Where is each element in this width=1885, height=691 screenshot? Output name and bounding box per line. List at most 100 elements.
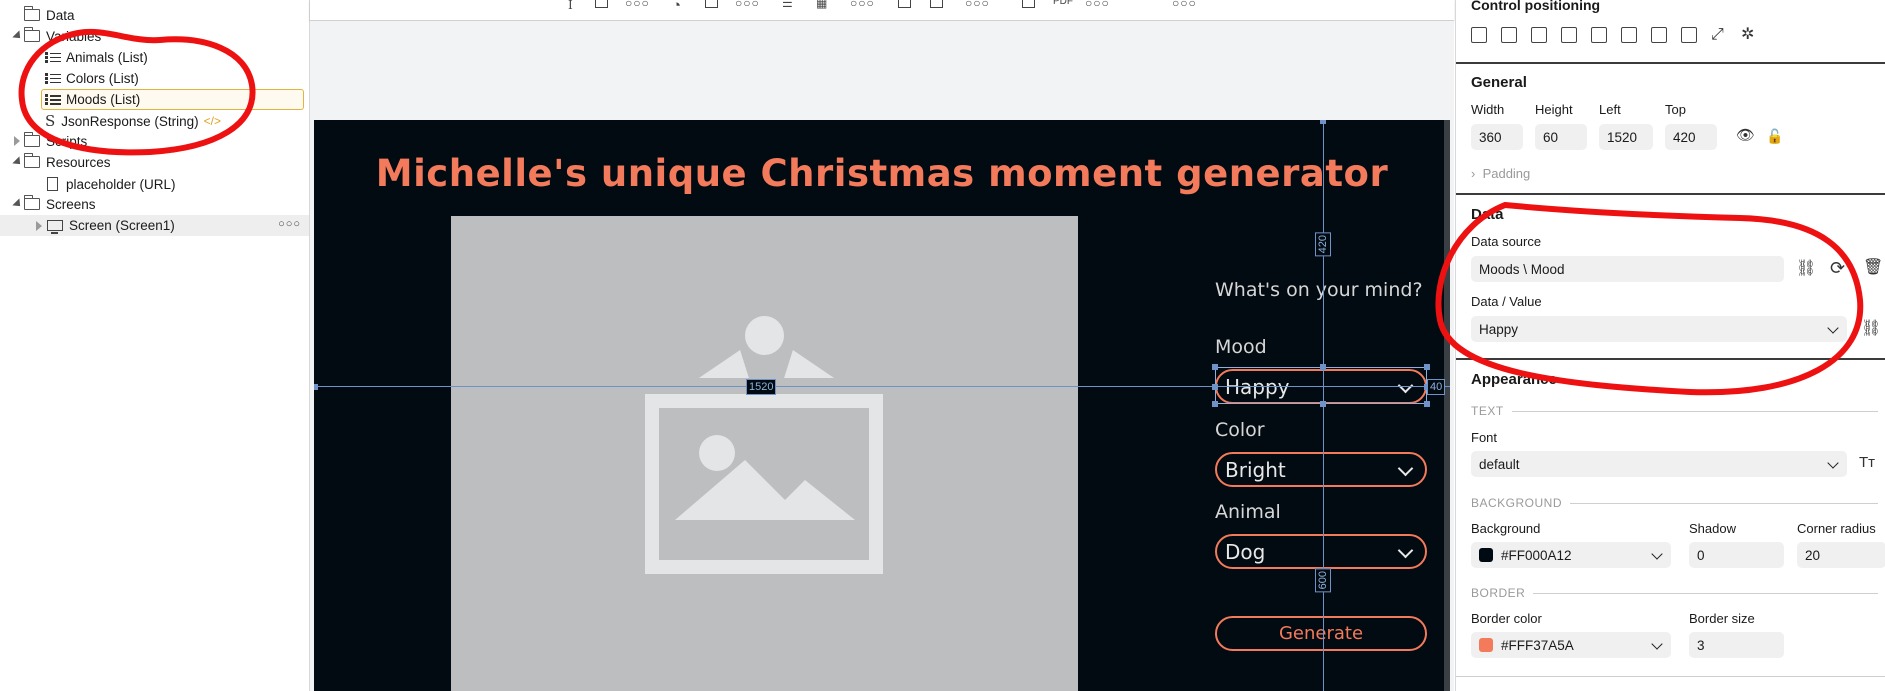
more-icon[interactable]: ○○○ — [625, 0, 650, 10]
card-icon[interactable] — [930, 0, 943, 8]
pdf-icon[interactable]: PDF — [1053, 0, 1073, 8]
tree-item-scripts[interactable]: Scripts — [23, 131, 87, 151]
more-icon[interactable]: ○○○ — [1172, 0, 1197, 10]
panel-icon[interactable] — [705, 0, 718, 8]
tree-item-resources[interactable]: Resources — [23, 152, 111, 172]
align-middle-right-icon[interactable] — [1621, 27, 1637, 43]
expand-caret-icon[interactable] — [36, 221, 42, 231]
color-swatch — [1479, 548, 1493, 562]
unlock-icon[interactable]: 🔓 — [1766, 128, 1783, 144]
image-icon[interactable] — [1022, 0, 1035, 8]
align-top-center-icon[interactable] — [1501, 27, 1517, 43]
eye-icon[interactable]: 👁 — [1736, 128, 1755, 144]
tree-item-colors[interactable]: Colors (List) — [45, 68, 139, 88]
resize-handle[interactable] — [1212, 401, 1218, 407]
more-icon[interactable]: ○○○ — [1085, 0, 1110, 10]
font-select[interactable]: default — [1471, 451, 1847, 477]
data-value-select[interactable]: Happy — [1471, 316, 1847, 342]
animal-dropdown[interactable]: Dog — [1215, 534, 1427, 569]
align-bottom-right-icon[interactable] — [1681, 27, 1697, 43]
selection-frame — [1215, 367, 1427, 404]
chart-pie-icon[interactable]: ◔ — [672, 0, 681, 14]
border-size-label: Border size — [1689, 611, 1755, 626]
tree-item-screen1[interactable]: Screen (Screen1) ○○○ — [0, 215, 309, 236]
more-icon[interactable]: ○○○ — [850, 0, 875, 10]
text-group-label: TEXT — [1471, 404, 1504, 418]
table-icon[interactable]: ▦ — [816, 0, 827, 10]
resize-handle[interactable] — [1320, 401, 1326, 407]
resize-handle[interactable] — [1424, 364, 1430, 370]
tree-item-data[interactable]: Data — [23, 5, 75, 25]
align-top-right-icon[interactable] — [1531, 27, 1547, 43]
rectangle-icon[interactable] — [595, 0, 608, 8]
expand-caret-icon[interactable] — [12, 30, 24, 42]
expand-caret-icon[interactable] — [12, 156, 24, 168]
text-size-icon[interactable]: Tт — [1859, 455, 1875, 471]
top-field[interactable]: 420 — [1665, 124, 1717, 150]
corner-radius-field[interactable]: 20 — [1797, 542, 1885, 568]
left-field[interactable]: 1520 — [1599, 124, 1653, 150]
align-middle-left-icon[interactable] — [1561, 27, 1577, 43]
media-icon[interactable] — [898, 0, 911, 8]
tree-item-screens[interactable]: Screens — [23, 194, 96, 214]
trash-icon[interactable]: 🗑 — [1863, 260, 1883, 276]
refresh-icon[interactable]: ⟳ — [1830, 259, 1845, 277]
resize-handle[interactable] — [1212, 384, 1218, 390]
border-color-label: Border color — [1471, 611, 1542, 626]
shadow-field[interactable]: 0 — [1689, 542, 1784, 568]
expand-caret-icon[interactable] — [12, 198, 24, 210]
border-size-field[interactable]: 3 — [1689, 632, 1784, 658]
padding-toggle[interactable]: › Padding — [1471, 166, 1530, 181]
text-cursor-icon[interactable]: I — [568, 0, 573, 12]
width-field[interactable]: 360 — [1471, 124, 1523, 150]
canvas-scrollbar[interactable] — [1444, 120, 1450, 691]
font-select-value: default — [1479, 456, 1520, 472]
corner-radius-label: Corner radius — [1797, 521, 1876, 536]
tree-item-variables[interactable]: Variables — [23, 26, 101, 46]
app-screen-preview[interactable]: Michelle's unique Christmas moment gener… — [314, 120, 1450, 691]
dimension-top-label: 420 — [1315, 232, 1331, 257]
align-top-left-icon[interactable] — [1471, 27, 1487, 43]
appearance-title: Appearance — [1471, 371, 1557, 388]
tree-item-animals[interactable]: Animals (List) — [45, 47, 148, 67]
link-icon[interactable]: ⛓ — [1796, 261, 1816, 277]
resize-handle[interactable] — [1424, 401, 1430, 407]
section-divider — [1456, 62, 1885, 64]
more-icon[interactable]: ○○○ — [735, 0, 760, 10]
color-dropdown[interactable]: Bright — [1215, 452, 1427, 487]
tree-item-label: JsonResponse (String) — [61, 113, 199, 129]
tree-item-label: Screens — [46, 196, 96, 212]
data-value-text: Happy — [1479, 321, 1519, 337]
folder-icon — [23, 132, 40, 147]
section-divider — [1456, 193, 1885, 195]
tree-item-moods[interactable]: Moods (List) — [41, 89, 304, 110]
animal-label: Animal — [1215, 501, 1281, 523]
tree-item-label: Animals (List) — [66, 49, 148, 65]
more-icon[interactable]: ○○○ — [965, 0, 990, 10]
tree-item-placeholder[interactable]: placeholder (URL) — [47, 174, 176, 194]
list-icon — [45, 51, 61, 64]
align-center-icon[interactable] — [1591, 27, 1607, 43]
collapse-icon[interactable]: ✲ — [1741, 27, 1754, 43]
project-tree: Data Variables Animals (List) Colors (Li… — [0, 0, 310, 691]
link-icon[interactable]: ⛓ — [1861, 321, 1881, 337]
chevron-right-icon: › — [1471, 166, 1483, 181]
more-options-icon[interactable]: ○○○ — [278, 218, 301, 230]
list-icon[interactable]: ☰ — [782, 0, 793, 10]
data-source-field[interactable]: Moods \ Mood — [1471, 256, 1784, 282]
color-swatch — [1479, 638, 1493, 652]
resize-handle[interactable] — [1320, 364, 1326, 370]
border-color-select[interactable]: #FFF37A5A — [1471, 632, 1671, 658]
background-group-heading: BACKGROUND — [1471, 496, 1885, 510]
height-field[interactable]: 60 — [1535, 124, 1587, 150]
expand-icon[interactable]: ⤢ — [1711, 27, 1724, 43]
data-source-label: Data source — [1471, 234, 1542, 249]
expand-caret-icon[interactable] — [14, 136, 20, 146]
align-bottom-left-icon[interactable] — [1651, 27, 1667, 43]
folder-icon — [23, 27, 40, 42]
generate-button[interactable]: Generate — [1215, 616, 1427, 651]
app-title[interactable]: Michelle's unique Christmas moment gener… — [314, 152, 1450, 195]
tree-item-jsonresponse[interactable]: S JsonResponse (String) </> — [45, 111, 221, 131]
resize-handle[interactable] — [1212, 364, 1218, 370]
background-color-select[interactable]: #FF000A12 — [1471, 542, 1671, 568]
